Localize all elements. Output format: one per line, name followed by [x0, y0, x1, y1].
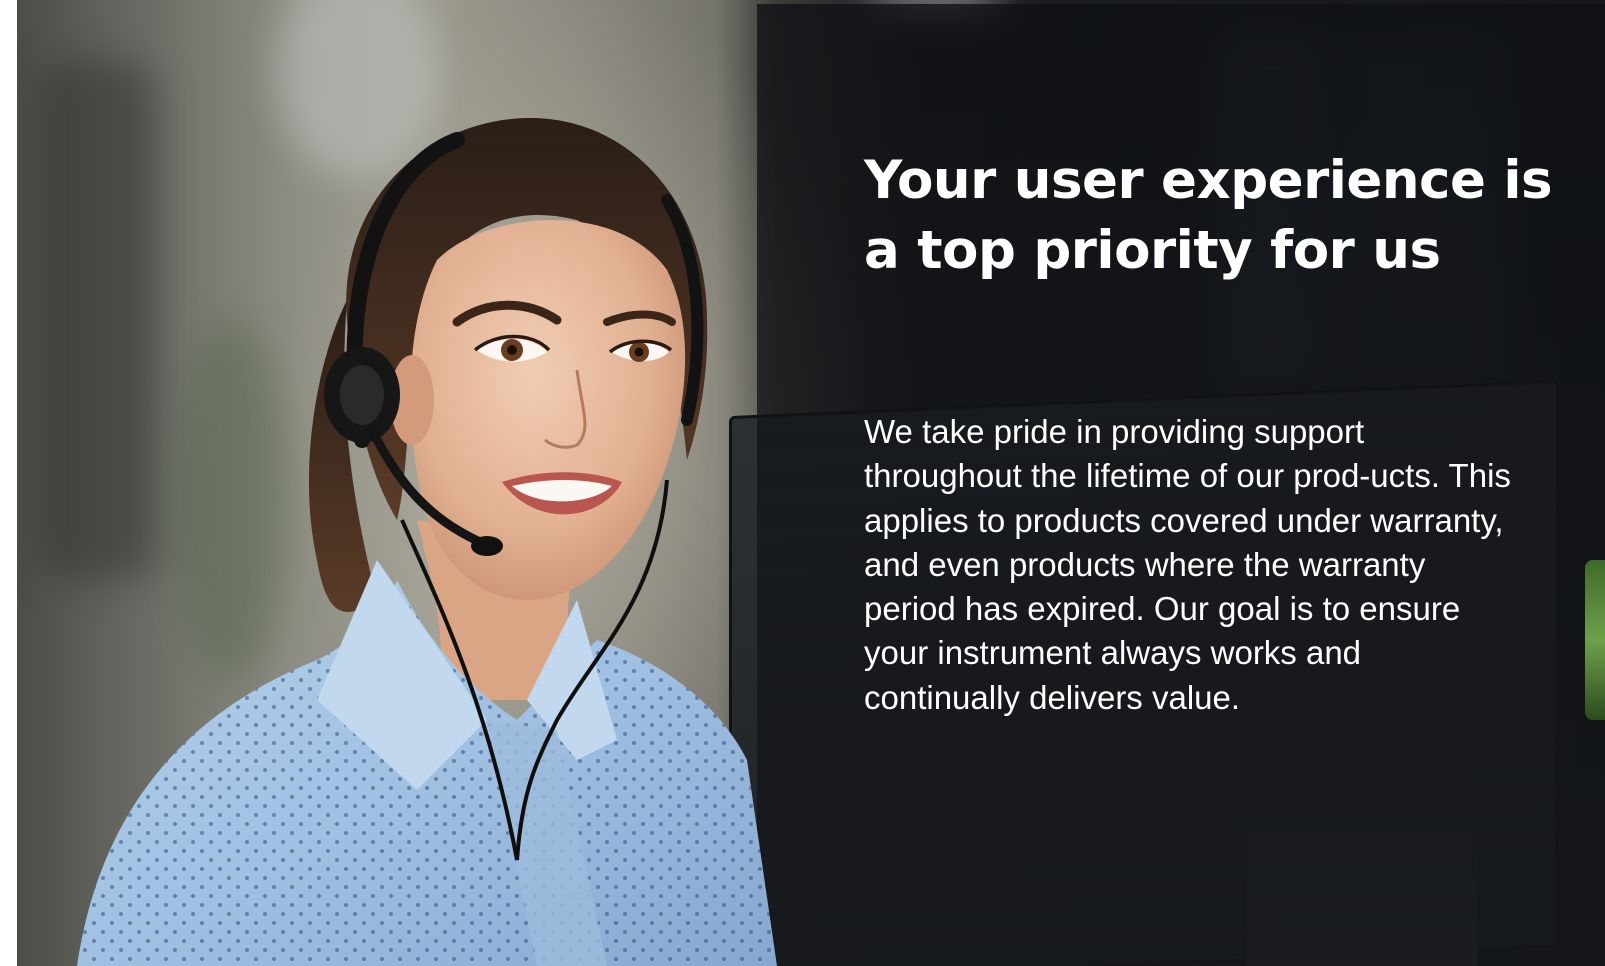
face: [410, 220, 686, 600]
headset-mic: [471, 536, 503, 556]
page-left-margin: [0, 0, 17, 966]
hero-headline: Your user experience is a top priority f…: [864, 150, 1553, 281]
hero-banner: Your user experience is a top priority f…: [17, 0, 1605, 966]
hero-body-text: We take pride in providing support throu…: [864, 413, 1511, 716]
